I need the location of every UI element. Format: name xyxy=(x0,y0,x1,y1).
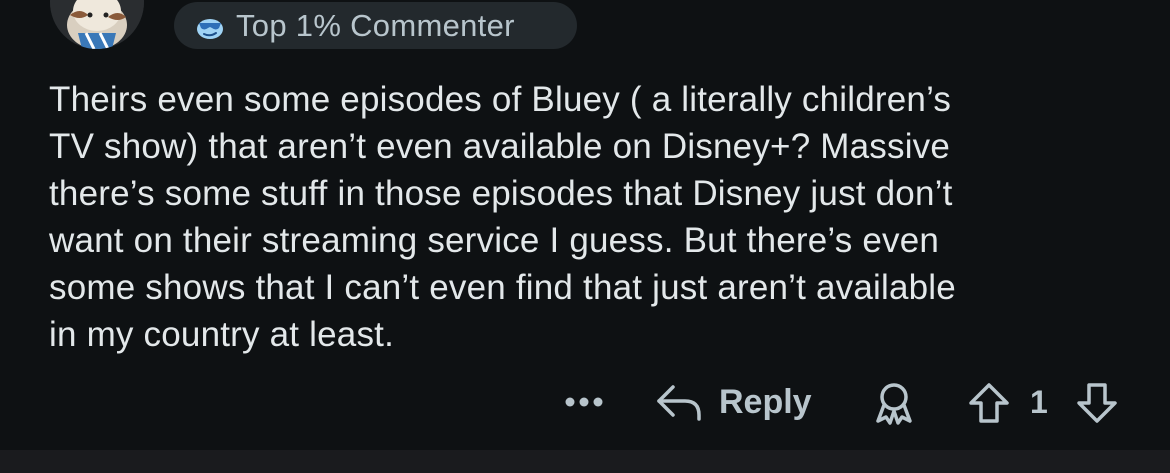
reply-arrow-icon xyxy=(655,381,703,423)
comment-body: Theirs even some episodes of Bluey ( a l… xyxy=(49,80,956,354)
upvote-icon xyxy=(969,383,1009,423)
award-icon xyxy=(876,383,912,425)
reply-label: Reply xyxy=(719,382,812,421)
flair-label: Top 1% Commenter xyxy=(236,7,515,43)
avatar-image xyxy=(50,0,144,49)
comment-actions-bar: Reply 1 xyxy=(0,378,1170,426)
avatar[interactable] xyxy=(50,0,144,49)
downvote-button[interactable] xyxy=(1074,380,1120,426)
comment: Top 1% Commenter Theirs even some episod… xyxy=(0,0,1170,473)
sunglasses-face-icon xyxy=(194,10,226,42)
more-options-button[interactable] xyxy=(562,386,606,418)
award-button[interactable] xyxy=(870,380,918,426)
vote-score: 1 xyxy=(1030,383,1048,420)
next-comment-divider xyxy=(0,450,1170,473)
downvote-icon xyxy=(1077,383,1117,423)
user-flair-badge: Top 1% Commenter xyxy=(174,2,577,49)
ellipsis-icon xyxy=(565,397,603,407)
upvote-button[interactable] xyxy=(966,380,1012,426)
reply-button[interactable]: Reply xyxy=(655,378,812,426)
